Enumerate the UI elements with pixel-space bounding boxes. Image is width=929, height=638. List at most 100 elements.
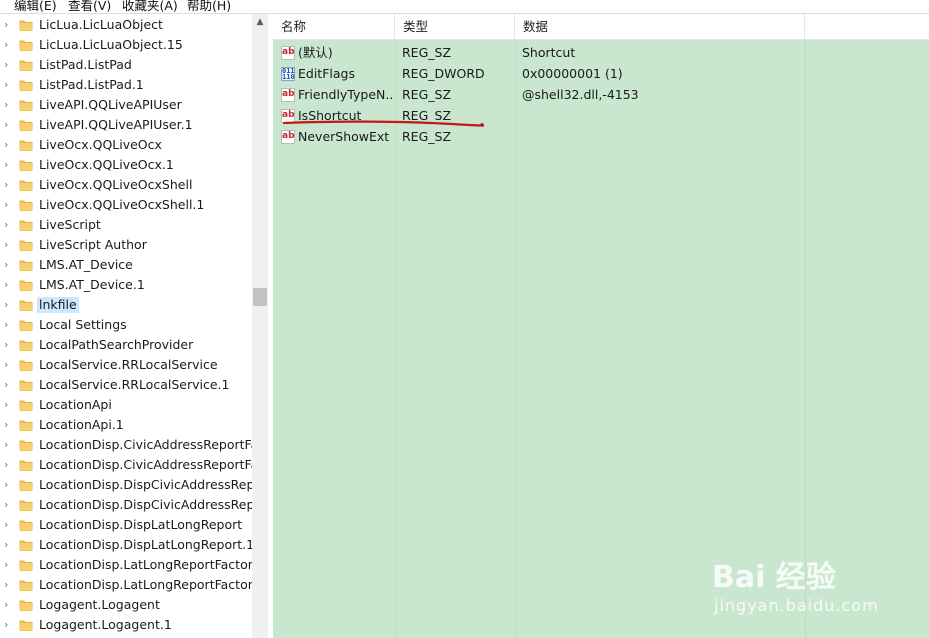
tree-item[interactable]: › LiveAPI.QQLiveAPIUser.1 (0, 115, 252, 135)
tree-item[interactable]: › LocationApi (0, 395, 252, 415)
chevron-right-icon[interactable]: › (4, 318, 14, 332)
value-row[interactable]: 011 110 EditFlags REG_DWORD 0x00000001 (1) (273, 64, 929, 85)
chevron-right-icon[interactable]: › (4, 298, 14, 312)
value-type: REG_SZ (402, 129, 452, 144)
chevron-right-icon[interactable]: › (4, 18, 14, 32)
tree-item[interactable]: › LocationApi.1 (0, 415, 252, 435)
folder-icon (19, 480, 33, 491)
tree-item-label: LMS.AT_Device (39, 257, 133, 272)
tree-scrollbar[interactable]: ▲ (252, 14, 268, 638)
tree-item[interactable]: › LocationDisp.LatLongReportFactory (0, 555, 260, 575)
chevron-right-icon[interactable]: › (4, 538, 14, 552)
chevron-right-icon[interactable]: › (4, 438, 14, 452)
tree-item[interactable]: › LocalService.RRLocalService (0, 355, 252, 375)
tree-item[interactable]: › LocalService.RRLocalService.1 (0, 375, 252, 395)
tree-item[interactable]: › LocationDisp.CivicAddressReportFact (0, 435, 268, 455)
value-row[interactable]: ab NeverShowExt REG_SZ (273, 127, 929, 148)
chevron-right-icon[interactable]: › (4, 498, 14, 512)
chevron-right-icon[interactable]: › (4, 558, 14, 572)
chevron-right-icon[interactable]: › (4, 98, 14, 112)
tree-item[interactable]: › LiveAPI.QQLiveAPIUser (0, 95, 252, 115)
chevron-right-icon[interactable]: › (4, 578, 14, 592)
folder-icon (19, 300, 33, 311)
chevron-right-icon[interactable]: › (4, 458, 14, 472)
folder-icon (19, 440, 33, 451)
scroll-up-arrow-icon[interactable]: ▲ (252, 14, 268, 31)
tree-item[interactable]: › ListPad.ListPad (0, 55, 252, 75)
folder-icon (19, 620, 33, 631)
tree-item[interactable]: › LMS.AT_Device (0, 255, 252, 275)
red-underline-annotation (282, 120, 484, 127)
tree-item[interactable]: › Logagent.Logagent.1 (0, 615, 252, 635)
folder-icon (19, 540, 33, 551)
tree-item-label: LocalService.RRLocalService (39, 357, 218, 372)
chevron-right-icon[interactable]: › (4, 198, 14, 212)
chevron-right-icon[interactable]: › (4, 518, 14, 532)
folder-icon (19, 280, 33, 291)
tree-item[interactable]: › LocalPathSearchProvider (0, 335, 252, 355)
chevron-right-icon[interactable]: › (4, 618, 14, 632)
tree-item[interactable]: › LiveOcx.QQLiveOcx.1 (0, 155, 252, 175)
chevron-right-icon[interactable]: › (4, 338, 14, 352)
chevron-right-icon[interactable]: › (4, 178, 14, 192)
value-data: Shortcut (522, 45, 576, 60)
chevron-right-icon[interactable]: › (4, 158, 14, 172)
tree-item[interactable]: › LicLua.LicLuaObject.15 (0, 35, 252, 55)
tree-item[interactable]: › LocationDisp.DispLatLongReport.1 (0, 535, 254, 555)
menu-favorites[interactable]: 收藏夹(A) (122, 0, 178, 14)
chevron-right-icon[interactable]: › (4, 398, 14, 412)
tree-item[interactable]: › LocationDisp.CivicAddressReportFact (0, 455, 268, 475)
chevron-right-icon[interactable]: › (4, 598, 14, 612)
menu-help[interactable]: 帮助(H) (187, 0, 231, 14)
chevron-right-icon[interactable]: › (4, 358, 14, 372)
scrollbar-thumb[interactable] (253, 288, 267, 306)
column-header-type[interactable]: 类型 (395, 14, 515, 39)
tree-item-label: LocationDisp.CivicAddressReportFact (39, 437, 268, 452)
tree-item[interactable]: › LocationDisp.DispCivicAddressRepor (0, 495, 267, 515)
chevron-right-icon[interactable]: › (4, 218, 14, 232)
chevron-right-icon[interactable]: › (4, 278, 14, 292)
tree-item[interactable]: › LiveScript Author (0, 235, 252, 255)
tree-item-label: LocationDisp.LatLongReportFactory.1 (39, 577, 268, 592)
registry-key-tree[interactable]: › LicLua.LicLuaObject › LicLua.LicLuaObject… (0, 14, 268, 638)
folder-icon (19, 420, 33, 431)
tree-item-label: LiveOcx.QQLiveOcx.1 (39, 157, 174, 172)
tree-item[interactable]: › LiveOcx.QQLiveOcx (0, 135, 252, 155)
chevron-right-icon[interactable]: › (4, 138, 14, 152)
chevron-right-icon[interactable]: › (4, 258, 14, 272)
chevron-right-icon[interactable]: › (4, 418, 14, 432)
chevron-right-icon[interactable]: › (4, 78, 14, 92)
tree-item[interactable]: › LocationDisp.LatLongReportFactory.1 (0, 575, 268, 595)
menu-edit[interactable]: 编辑(E) (14, 0, 57, 14)
tree-item[interactable]: › LiveOcx.QQLiveOcxShell.1 (0, 195, 252, 215)
chevron-right-icon[interactable]: › (4, 118, 14, 132)
tree-item[interactable]: › LiveOcx.QQLiveOcxShell (0, 175, 252, 195)
tree-item[interactable]: › LocationDisp.DispCivicAddressRepor (0, 475, 267, 495)
tree-item[interactable]: › LicLua.LicLuaObject (0, 15, 252, 35)
chevron-right-icon[interactable]: › (4, 378, 14, 392)
folder-icon (19, 380, 33, 391)
tree-item-label: LocationDisp.LatLongReportFactory (39, 557, 261, 572)
tree-item-label: LocationDisp.DispCivicAddressRepor (39, 477, 268, 492)
column-header-name[interactable]: 名称 (273, 14, 395, 39)
watermark-brand: Bai 经验 (712, 560, 836, 595)
chevron-right-icon[interactable]: › (4, 58, 14, 72)
tree-item[interactable]: › LocationDisp.DispLatLongReport (0, 515, 252, 535)
tree-item-label: LocationApi.1 (39, 417, 124, 432)
value-row[interactable]: ab (默认) REG_SZ Shortcut (273, 43, 929, 64)
tree-item[interactable]: › LiveScript (0, 215, 252, 235)
tree-item[interactable]: › Local Settings (0, 315, 252, 335)
menu-view[interactable]: 查看(V) (68, 0, 111, 14)
column-header-data[interactable]: 数据 (515, 14, 805, 39)
value-row[interactable]: ab FriendlyTypeN... REG_SZ @shell32.dll,-41… (273, 85, 929, 106)
tree-item[interactable]: › lnkfile (0, 295, 252, 315)
folder-icon (19, 320, 33, 331)
tree-item[interactable]: › Logagent.Logagent (0, 595, 252, 615)
tree-item[interactable]: › ListPad.ListPad.1 (0, 75, 252, 95)
chevron-right-icon[interactable]: › (4, 38, 14, 52)
chevron-right-icon[interactable]: › (4, 478, 14, 492)
tree-item[interactable]: › LMS.AT_Device.1 (0, 275, 252, 295)
values-pane[interactable]: 名称 类型 数据 ab (默认) REG_SZ Shortcut 011 110 EditF… (273, 14, 929, 638)
folder-icon (19, 240, 33, 251)
chevron-right-icon[interactable]: › (4, 238, 14, 252)
